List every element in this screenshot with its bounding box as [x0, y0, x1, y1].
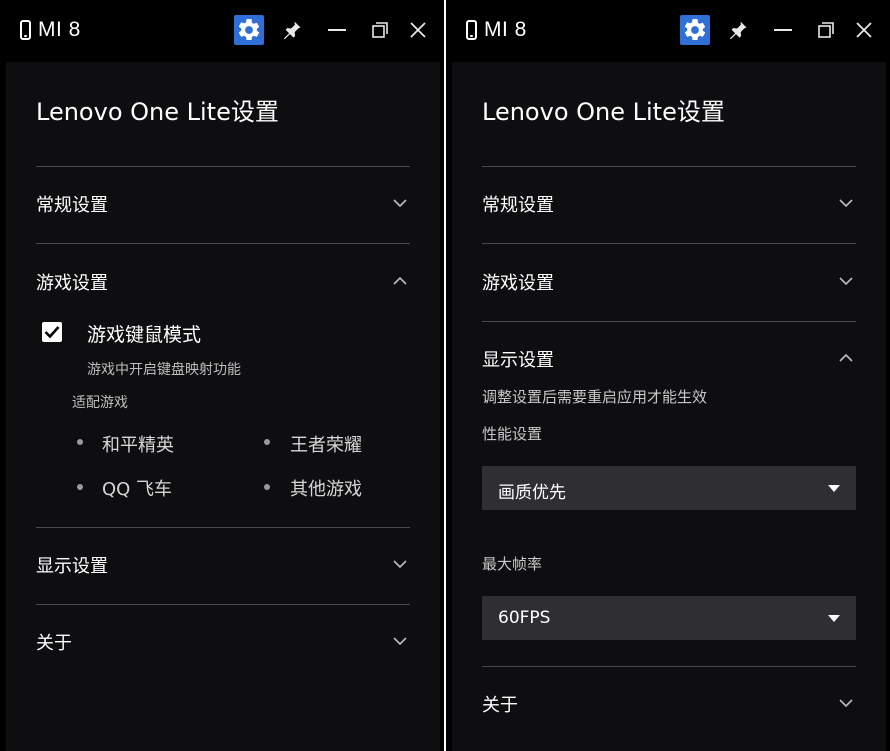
- chevron-down-icon: [839, 699, 853, 708]
- section-about[interactable]: 关于: [482, 683, 856, 723]
- close-button[interactable]: [403, 15, 433, 45]
- settings-window-right: MI 8 Lenovo One Lite设置 常规设置 游戏设置 显示设置 调整…: [446, 0, 890, 751]
- divider: [36, 527, 410, 528]
- section-display[interactable]: 显示设置: [482, 338, 856, 378]
- phone-icon: [466, 20, 477, 40]
- keymouse-checkbox[interactable]: [42, 322, 62, 342]
- bullet-icon: [264, 484, 270, 490]
- chevron-down-icon: [393, 199, 407, 208]
- close-icon: [856, 22, 872, 38]
- keymouse-description: 游戏中开启键盘映射功能: [87, 362, 241, 378]
- section-about[interactable]: 关于: [36, 621, 410, 661]
- settings-panel: Lenovo One Lite设置 常规设置 游戏设置 显示设置 调整设置后需要…: [452, 62, 886, 751]
- section-label: 显示设置: [482, 350, 554, 371]
- keymouse-label: 游戏键鼠模式: [87, 324, 202, 346]
- game-item: 王者荣耀: [290, 435, 362, 456]
- minimize-button[interactable]: [768, 15, 798, 45]
- chevron-down-icon: [393, 560, 407, 569]
- pin-button[interactable]: [277, 15, 307, 45]
- section-label: 游戏设置: [36, 273, 108, 294]
- chevron-down-icon: [393, 637, 407, 646]
- divider: [482, 243, 856, 244]
- caret-down-icon: [828, 615, 840, 622]
- settings-window-left: MI 8 Lenovo One Lite设置 常规设置 游戏设置 游戏键鼠模式 …: [0, 0, 444, 751]
- title-bar[interactable]: MI 8: [446, 0, 890, 62]
- section-label: 关于: [482, 695, 518, 716]
- section-label: 游戏设置: [482, 273, 554, 294]
- section-label: 常规设置: [36, 195, 108, 216]
- minimize-icon: [328, 29, 346, 31]
- restart-hint: 调整设置后需要重启应用才能生效: [482, 388, 708, 406]
- maximize-button[interactable]: [365, 15, 395, 45]
- chevron-up-icon: [839, 353, 853, 362]
- section-label: 显示设置: [36, 556, 108, 577]
- divider: [36, 243, 410, 244]
- app-title: Lenovo One Lite设置: [36, 98, 279, 126]
- caret-down-icon: [828, 485, 840, 492]
- settings-button[interactable]: [680, 15, 710, 45]
- divider: [482, 166, 856, 167]
- section-label: 关于: [36, 633, 72, 654]
- fps-select[interactable]: 60FPS: [482, 596, 856, 640]
- settings-panel: Lenovo One Lite设置 常规设置 游戏设置 游戏键鼠模式 游戏中开启…: [6, 62, 440, 751]
- maximize-icon: [818, 22, 834, 38]
- chevron-down-icon: [839, 277, 853, 286]
- device-indicator: MI 8: [466, 18, 527, 42]
- gear-icon: [684, 19, 706, 40]
- title-bar[interactable]: MI 8: [0, 0, 444, 62]
- supported-games-label: 适配游戏: [72, 395, 128, 411]
- game-item: 其他游戏: [290, 479, 362, 500]
- chevron-up-icon: [393, 276, 407, 285]
- chevron-down-icon: [839, 199, 853, 208]
- pin-icon: [729, 21, 747, 40]
- divider: [482, 666, 856, 667]
- gear-icon: [238, 19, 260, 40]
- bullet-icon: [77, 484, 83, 490]
- section-game[interactable]: 游戏设置: [482, 261, 856, 301]
- performance-label: 性能设置: [482, 425, 543, 443]
- maximize-icon: [372, 22, 388, 38]
- performance-value: 画质优先: [498, 483, 566, 503]
- minimize-icon: [774, 29, 792, 31]
- minimize-button[interactable]: [322, 15, 352, 45]
- bullet-icon: [264, 439, 270, 445]
- divider: [482, 321, 856, 322]
- section-general[interactable]: 常规设置: [482, 183, 856, 223]
- section-general[interactable]: 常规设置: [36, 183, 410, 223]
- divider: [36, 604, 410, 605]
- fps-label: 最大帧率: [482, 555, 543, 573]
- pin-button[interactable]: [723, 15, 753, 45]
- settings-button[interactable]: [234, 15, 264, 45]
- device-indicator: MI 8: [20, 18, 81, 42]
- phone-icon: [20, 20, 31, 40]
- checkmark-icon: [44, 326, 60, 339]
- maximize-button[interactable]: [811, 15, 841, 45]
- game-item: 和平精英: [102, 435, 174, 456]
- fps-value: 60FPS: [498, 608, 551, 628]
- section-display[interactable]: 显示设置: [36, 544, 410, 584]
- section-game[interactable]: 游戏设置: [36, 261, 410, 301]
- bullet-icon: [77, 439, 83, 445]
- pin-icon: [283, 21, 301, 40]
- section-label: 常规设置: [482, 195, 554, 216]
- divider: [36, 166, 410, 167]
- app-title: Lenovo One Lite设置: [482, 98, 725, 126]
- performance-select[interactable]: 画质优先: [482, 466, 856, 510]
- game-item: QQ 飞车: [102, 479, 173, 500]
- close-icon: [410, 22, 426, 38]
- device-name: MI 8: [38, 18, 81, 41]
- device-name: MI 8: [484, 18, 527, 41]
- close-button[interactable]: [849, 15, 879, 45]
